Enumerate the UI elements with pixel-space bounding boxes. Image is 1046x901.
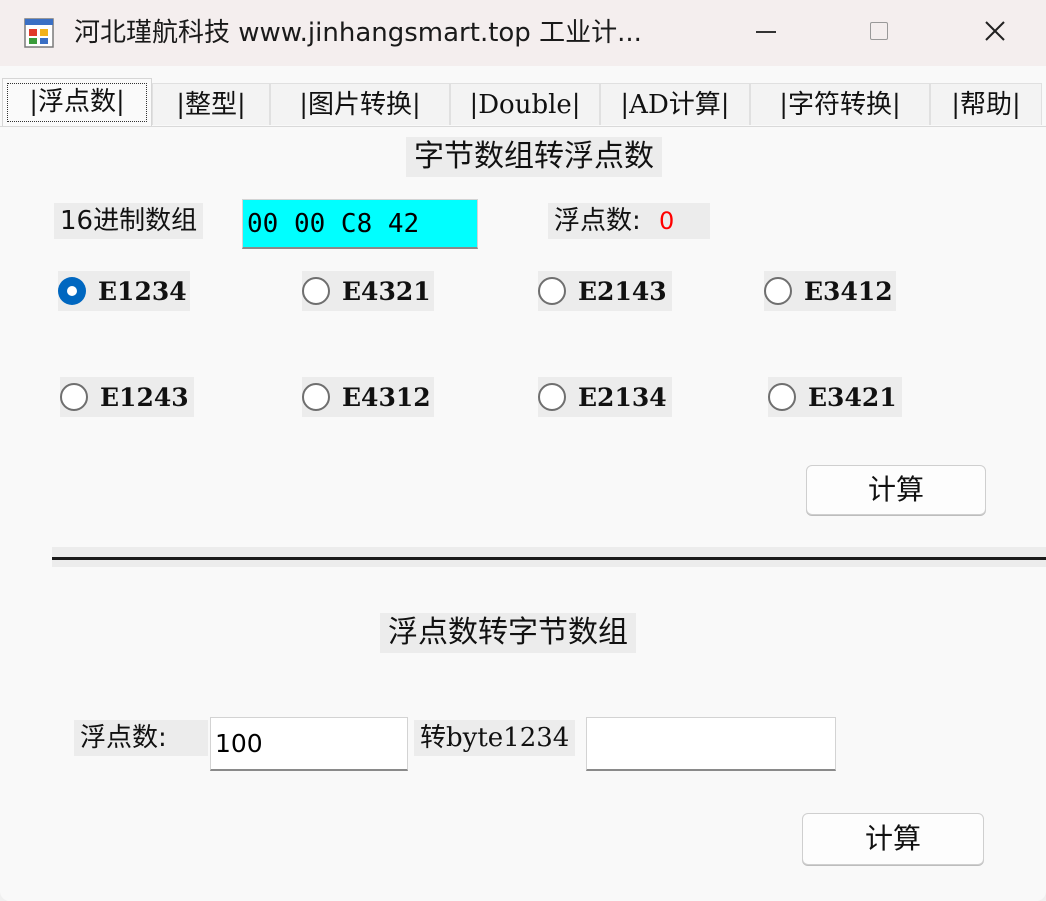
radio-label: E4312 xyxy=(342,382,431,412)
float-result-value: 0 xyxy=(659,207,675,235)
section-title-float-to-bytes: 浮点数转字节数组 xyxy=(380,613,636,653)
tab-integer[interactable]: |整型| xyxy=(152,83,270,125)
title-bar[interactable]: 河北瑾航科技 www.jinhangsmart.top 工业计... xyxy=(0,0,1046,66)
radio-label: E2134 xyxy=(578,382,667,412)
radio-indicator xyxy=(60,383,88,411)
radio-indicator xyxy=(768,383,796,411)
float-input-label: 浮点数: xyxy=(74,720,208,756)
tab-image-convert[interactable]: |图片转换| xyxy=(270,83,450,125)
radio-indicator xyxy=(302,383,330,411)
radio-e2134[interactable]: E2134 xyxy=(538,377,672,417)
tab-label: |整型| xyxy=(176,90,246,120)
tab-string-convert[interactable]: |字符转换| xyxy=(750,83,930,125)
radio-label: E4321 xyxy=(342,276,431,306)
radio-e2143[interactable]: E2143 xyxy=(538,271,672,311)
minimize-button[interactable] xyxy=(708,0,824,66)
float-result-label: 浮点数: xyxy=(554,206,641,236)
close-button[interactable] xyxy=(936,0,1046,66)
close-icon xyxy=(985,21,1005,41)
radio-label: E3412 xyxy=(804,276,893,306)
maximize-button[interactable] xyxy=(822,0,938,66)
byte-output-field[interactable] xyxy=(586,717,836,771)
byte-output-label: 转byte1234 xyxy=(414,720,576,756)
focus-rectangle xyxy=(7,83,147,122)
tab-label: |图片转换| xyxy=(299,90,421,120)
section-divider xyxy=(52,547,1046,567)
radio-e1243[interactable]: E1243 xyxy=(60,377,194,417)
tab-double[interactable]: |Double| xyxy=(450,83,600,125)
calc-bytes-to-float-button[interactable]: 计算 xyxy=(806,465,986,515)
calc-float-to-bytes-button[interactable]: 计算 xyxy=(802,813,984,865)
radio-checked-indicator xyxy=(58,277,86,305)
radio-e4312[interactable]: E4312 xyxy=(302,377,434,417)
tab-ad-calc[interactable]: |AD计算| xyxy=(600,83,750,125)
app-window: 河北瑾航科技 www.jinhangsmart.top 工业计... |浮点数|… xyxy=(0,0,1046,901)
radio-indicator xyxy=(302,277,330,305)
radio-indicator xyxy=(538,277,566,305)
minimize-icon xyxy=(756,31,776,33)
radio-label: E3421 xyxy=(808,382,897,412)
maximize-icon xyxy=(870,22,888,40)
tab-label: |字符转换| xyxy=(779,90,901,120)
float-input[interactable] xyxy=(210,717,408,771)
float-result-label-wrap: 浮点数: 0 xyxy=(548,203,710,239)
radio-e3412[interactable]: E3412 xyxy=(764,271,896,311)
section-title-bytes-to-float: 字节数组转浮点数 xyxy=(406,137,662,177)
tab-label: |帮助| xyxy=(951,90,1021,120)
radio-label: E2143 xyxy=(578,276,667,306)
window-title: 河北瑾航科技 www.jinhangsmart.top 工业计... xyxy=(74,18,642,48)
app-icon xyxy=(24,18,54,48)
tab-label: |Double| xyxy=(469,90,581,120)
tab-help[interactable]: |帮助| xyxy=(930,83,1042,125)
divider-line xyxy=(52,557,1046,560)
hex-array-input[interactable] xyxy=(242,199,478,249)
radio-e1234[interactable]: E1234 xyxy=(58,271,190,311)
radio-label: E1234 xyxy=(98,276,187,306)
radio-label: E1243 xyxy=(100,382,189,412)
radio-e3421[interactable]: E3421 xyxy=(768,377,902,417)
radio-e4321[interactable]: E4321 xyxy=(302,271,434,311)
tab-float[interactable]: |浮点数| xyxy=(2,78,152,126)
tab-label: |AD计算| xyxy=(620,90,730,120)
radio-indicator xyxy=(538,383,566,411)
radio-indicator xyxy=(764,277,792,305)
tab-panel-float: 字节数组转浮点数 16进制数组 浮点数: 0 E1234 E4321 E2143… xyxy=(0,126,1046,901)
hex-array-label: 16进制数组 xyxy=(54,203,204,239)
tab-strip: |浮点数| |整型| |图片转换| |Double| |AD计算| |字符转换|… xyxy=(0,78,1046,128)
